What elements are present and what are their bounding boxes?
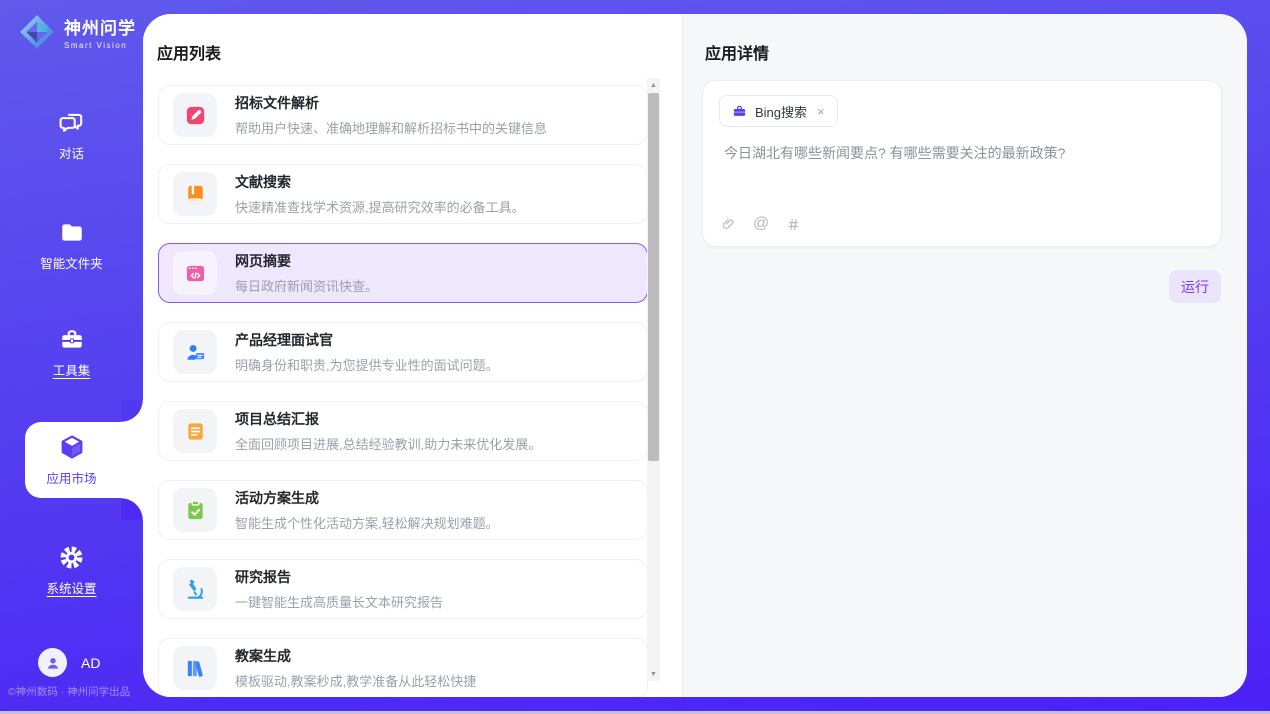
at-icon[interactable]: @: [753, 215, 769, 233]
app-list-panel: 应用列表 招标文件解析帮助用户快速、准确地理解和解析招标书中的关键信息文献搜索快…: [143, 14, 683, 697]
sidebar-item-label: 对话: [59, 143, 84, 162]
brand-title: 神州问学: [64, 14, 136, 39]
content-wrapper: 应用列表 招标文件解析帮助用户快速、准确地理解和解析招标书中的关键信息文献搜索快…: [143, 14, 1247, 697]
paperclip-icon[interactable]: [721, 216, 736, 233]
gear-icon: [58, 544, 85, 571]
user-account[interactable]: AD: [38, 648, 100, 677]
copyright-text: ©神州数码 · 神州问学出品: [8, 684, 143, 699]
sidebar: 神州问学 Smart Vision 对话智能文件夹工具集应用市场系统设置 AD …: [0, 0, 143, 714]
briefcase-icon: [732, 104, 747, 119]
prompt-input[interactable]: 今日湖北有哪些新闻要点? 有哪些需要关注的最新政策?: [724, 143, 1201, 164]
user-initials: AD: [81, 655, 100, 671]
app-card-title: 活动方案生成: [235, 488, 499, 508]
hash-icon[interactable]: [786, 217, 801, 232]
app-card[interactable]: 活动方案生成智能生成个性化活动方案,轻松解决规划难题。: [158, 480, 648, 540]
prompt-toolbar: @: [721, 215, 801, 233]
app-card-description: 明确身份和职责,为您提供专业性的面试问题。: [235, 355, 499, 374]
edit-square-icon: [173, 93, 217, 137]
sidebar-item-tools[interactable]: 工具集: [0, 327, 143, 379]
sidebar-item-label: 工具集: [53, 360, 91, 379]
app-card-title: 网页摘要: [235, 251, 378, 271]
app-card[interactable]: 产品经理面试官明确身份和职责,为您提供专业性的面试问题。: [158, 322, 648, 382]
app-list-title: 应用列表: [157, 40, 221, 64]
app-card-description: 智能生成个性化活动方案,轻松解决规划难题。: [235, 513, 499, 532]
app-card-description: 每日政府新闻资讯快查。: [235, 276, 378, 295]
avatar: [38, 648, 67, 677]
sidebar-item-chat[interactable]: 对话: [0, 110, 143, 162]
scrollbar[interactable]: ▲ ▼: [647, 78, 660, 681]
sidebar-item-folders[interactable]: 智能文件夹: [0, 220, 143, 272]
app-card[interactable]: 招标文件解析帮助用户快速、准确地理解和解析招标书中的关键信息: [158, 85, 648, 145]
sidebar-item-settings[interactable]: 系统设置: [0, 544, 143, 597]
run-button[interactable]: 运行: [1169, 270, 1221, 303]
app-card-description: 快速精准查找学术资源,提高研究效率的必备工具。: [235, 197, 525, 216]
chat-icon: [59, 110, 85, 136]
note-icon: [173, 409, 217, 453]
brand-logo: 神州问学 Smart Vision: [18, 13, 136, 51]
app-card[interactable]: 文献搜索快速精准查找学术资源,提高研究效率的必备工具。: [158, 164, 648, 224]
scrollbar-down-icon[interactable]: ▼: [647, 667, 660, 681]
app-card-title: 教案生成: [235, 646, 476, 666]
app-card[interactable]: 项目总结汇报全面回顾项目进展,总结经验教训,助力未来优化发展。: [158, 401, 648, 461]
prompt-card: Bing搜索 × 今日湖北有哪些新闻要点? 有哪些需要关注的最新政策? @: [702, 80, 1222, 247]
cube-icon: [58, 433, 86, 461]
tool-tag-label: Bing搜索: [755, 102, 807, 121]
interviewer-icon: [173, 330, 217, 374]
app-card-title: 文献搜索: [235, 172, 525, 192]
book-icon: [173, 172, 217, 216]
sidebar-item-label: 智能文件夹: [40, 253, 103, 272]
app-card-title: 项目总结汇报: [235, 409, 541, 429]
app-card-title: 招标文件解析: [235, 93, 547, 113]
app-detail-panel: 应用详情 Bing搜索 × 今日湖北有哪些新闻要点? 有哪些需要关注的最新政策?: [683, 14, 1247, 697]
clipboard-check-icon: [173, 488, 217, 532]
app-card[interactable]: 研究报告一键智能生成高质量长文本研究报告: [158, 559, 648, 619]
sidebar-item-label: 应用市场: [46, 468, 96, 487]
app-card[interactable]: 教案生成模板驱动,教案秒成,教学准备从此轻松快捷: [158, 638, 648, 697]
app-detail-title: 应用详情: [705, 40, 769, 64]
toolbox-icon: [59, 327, 85, 353]
app-card-title: 研究报告: [235, 567, 443, 587]
app-card-description: 一键智能生成高质量长文本研究报告: [235, 592, 443, 611]
books-icon: [173, 646, 217, 690]
tag-close-icon[interactable]: ×: [815, 104, 827, 119]
scrollbar-up-icon[interactable]: ▲: [647, 78, 660, 92]
tool-tag-bing-search[interactable]: Bing搜索 ×: [719, 95, 838, 127]
app-card-description: 全面回顾项目进展,总结经验教训,助力未来优化发展。: [235, 434, 541, 453]
logo-diamond-icon: [18, 13, 56, 51]
app-card[interactable]: 网页摘要每日政府新闻资讯快查。: [158, 243, 648, 303]
app-card-list: 招标文件解析帮助用户快速、准确地理解和解析招标书中的关键信息文献搜索快速精准查找…: [158, 85, 648, 697]
brand-subtitle: Smart Vision: [64, 41, 136, 50]
folder-icon: [59, 220, 85, 246]
app-card-description: 模板驱动,教案秒成,教学准备从此轻松快捷: [235, 671, 476, 690]
app-card-title: 产品经理面试官: [235, 330, 499, 350]
browser-code-icon: [173, 251, 217, 295]
microscope-icon: [173, 567, 217, 611]
scrollbar-thumb[interactable]: [648, 93, 659, 461]
sidebar-item-label: 系统设置: [46, 578, 96, 597]
sidebar-item-market[interactable]: 应用市场: [0, 433, 143, 487]
app-card-description: 帮助用户快速、准确地理解和解析招标书中的关键信息: [235, 118, 547, 137]
